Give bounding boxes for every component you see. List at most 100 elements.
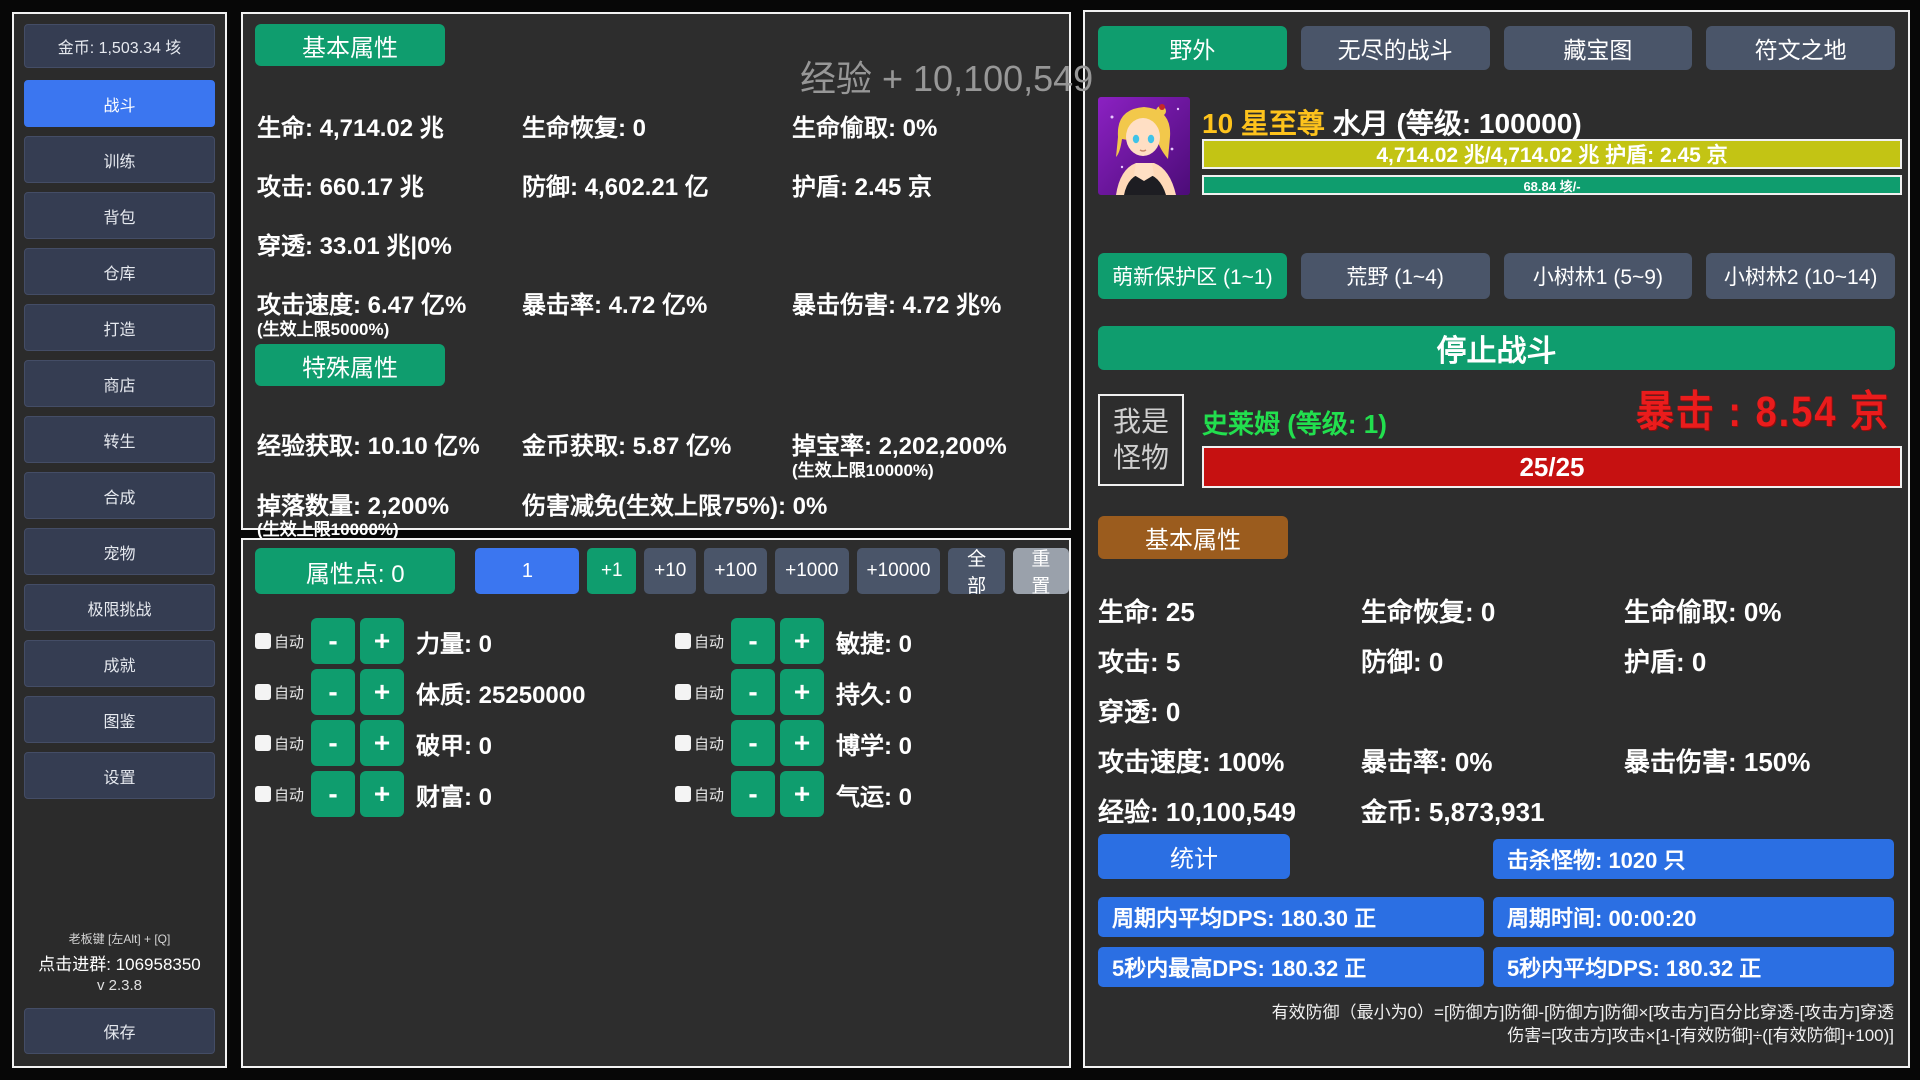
auto-checkbox[interactable] (675, 786, 691, 802)
auto-label: 自动 (274, 784, 304, 805)
amount-plus10-button[interactable]: +10 (644, 548, 696, 594)
tab-wilderness[interactable]: 野外 (1098, 26, 1287, 70)
sidebar-item-rebirth[interactable]: 转生 (24, 416, 215, 463)
special-attributes-header-button[interactable]: 特殊属性 (255, 344, 445, 386)
amount-plus10000-button[interactable]: +10000 (857, 548, 941, 594)
kills-counter-box: 击杀怪物: 1020 只 (1493, 839, 1894, 879)
stat-drop-amount-cap: (生效上限10000%) (257, 515, 399, 540)
plus-button[interactable]: + (360, 720, 404, 766)
group-join-link[interactable]: 点击进群: 106958350 (14, 950, 225, 975)
minus-button[interactable]: - (731, 771, 775, 817)
auto-checkbox[interactable] (675, 633, 691, 649)
minus-button[interactable]: - (311, 669, 355, 715)
tab-treasure-map[interactable]: 藏宝图 (1504, 26, 1693, 70)
sidebar-item-battle[interactable]: 战斗 (24, 80, 215, 127)
stat-gold-gain: 金币获取: 5.87 亿% (522, 426, 731, 461)
sidebar-item-synthesis[interactable]: 合成 (24, 472, 215, 519)
amount-plus1-button[interactable]: +1 (587, 548, 636, 594)
stat-exp-gain: 经验获取: 10.10 亿% (257, 426, 480, 461)
stat-drop-rate-cap: (生效上限10000%) (792, 456, 934, 481)
attr-row-constitution: 自动 - + 体质: 25250000 (255, 669, 675, 715)
enemy-name-level: 史莱姆 (等级: 1) (1202, 404, 1387, 441)
auto-checkbox[interactable] (675, 735, 691, 751)
points-remaining-label: 属性点: 0 (255, 548, 455, 594)
attr-row-luck: 自动 - + 气运: 0 (675, 771, 1061, 817)
enemy-stat-exp: 经验: 10,100,549 (1098, 792, 1296, 829)
monster-badge-line1: 我是 (1113, 404, 1169, 440)
auto-label: 自动 (694, 784, 724, 805)
plus-button[interactable]: + (360, 618, 404, 664)
save-button[interactable]: 保存 (24, 1008, 215, 1054)
sidebar-item-pets[interactable]: 宠物 (24, 528, 215, 575)
auto-label: 自动 (694, 631, 724, 652)
location-buttons: 萌新保护区 (1~1) 荒野 (1~4) 小树林1 (5~9) 小树林2 (10… (1098, 253, 1895, 299)
auto-checkbox[interactable] (255, 786, 271, 802)
attr-constitution-value: 体质: 25250000 (416, 675, 585, 710)
attr-luck-value: 气运: 0 (836, 777, 912, 812)
auto-checkbox[interactable] (255, 633, 271, 649)
sidebar-item-collection[interactable]: 图鉴 (24, 696, 215, 743)
amount-all-button[interactable]: 全部 (948, 548, 1004, 594)
attr-agility-value: 敏捷: 0 (836, 624, 912, 659)
minus-button[interactable]: - (731, 669, 775, 715)
location-newbie-zone[interactable]: 萌新保护区 (1~1) (1098, 253, 1287, 299)
enemy-stat-shield: 护盾: 0 (1624, 642, 1706, 679)
sidebar-item-forge[interactable]: 打造 (24, 304, 215, 351)
sidebar-item-warehouse[interactable]: 仓库 (24, 248, 215, 295)
i-am-monster-button[interactable]: 我是 怪物 (1098, 394, 1184, 486)
location-grove-1[interactable]: 小树林1 (5~9) (1504, 253, 1693, 299)
attr-row-agility: 自动 - + 敏捷: 0 (675, 618, 1061, 664)
attr-erudition-value: 博学: 0 (836, 726, 912, 761)
statistics-button[interactable]: 统计 (1098, 834, 1290, 879)
amount-1-button[interactable]: 1 (475, 548, 579, 594)
minus-button[interactable]: - (731, 618, 775, 664)
plus-button[interactable]: + (360, 771, 404, 817)
points-toolbar: 属性点: 0 1 +1 +10 +100 +1000 +10000 全部 重置 (255, 548, 1069, 594)
crit-damage-popup: 暴击 : 8.54 京 (1636, 377, 1890, 439)
battle-tabs: 野外 无尽的战斗 藏宝图 符文之地 (1098, 26, 1895, 70)
plus-button[interactable]: + (780, 669, 824, 715)
attr-row-endurance: 自动 - + 持久: 0 (675, 669, 1061, 715)
auto-checkbox[interactable] (255, 684, 271, 700)
amount-plus1000-button[interactable]: +1000 (775, 548, 848, 594)
stat-lifesteal: 生命偷取: 0% (792, 108, 937, 143)
location-wilds[interactable]: 荒野 (1~4) (1301, 253, 1490, 299)
version-label: v 2.3.8 (14, 977, 225, 994)
minus-button[interactable]: - (311, 618, 355, 664)
plus-button[interactable]: + (780, 771, 824, 817)
minus-button[interactable]: - (311, 771, 355, 817)
location-grove-2[interactable]: 小树林2 (10~14) (1706, 253, 1895, 299)
auto-checkbox[interactable] (255, 735, 271, 751)
minus-button[interactable]: - (311, 720, 355, 766)
enemy-stat-crit-rate: 暴击率: 0% (1361, 742, 1492, 779)
amount-plus100-button[interactable]: +100 (704, 548, 767, 594)
enemy-basic-attributes-button[interactable]: 基本属性 (1098, 516, 1288, 559)
sidebar-item-achievements[interactable]: 成就 (24, 640, 215, 687)
reset-button[interactable]: 重置 (1013, 548, 1069, 594)
sidebar-item-training[interactable]: 训练 (24, 136, 215, 183)
auto-checkbox[interactable] (675, 684, 691, 700)
plus-button[interactable]: + (780, 720, 824, 766)
sidebar-item-shop[interactable]: 商店 (24, 360, 215, 407)
attr-armor-break-value: 破甲: 0 (416, 726, 492, 761)
sidebar-item-settings[interactable]: 设置 (24, 752, 215, 799)
auto-label: 自动 (694, 682, 724, 703)
sidebar: 金币: 1,503.34 垓 战斗 训练 背包 仓库 打造 商店 转生 合成 宠… (12, 12, 227, 1068)
tab-endless-battle[interactable]: 无尽的战斗 (1301, 26, 1490, 70)
stat-damage-reduction: 伤害减免(生效上限75%): 0% (522, 486, 827, 521)
stop-battle-button[interactable]: 停止战斗 (1098, 326, 1895, 370)
auto-label: 自动 (274, 631, 304, 652)
sidebar-item-extreme-challenge[interactable]: 极限挑战 (24, 584, 215, 631)
tab-rune-land[interactable]: 符文之地 (1706, 26, 1895, 70)
plus-button[interactable]: + (360, 669, 404, 715)
sidebar-item-backpack[interactable]: 背包 (24, 192, 215, 239)
basic-attributes-header-button[interactable]: 基本属性 (255, 24, 445, 66)
stat-attack: 攻击: 660.17 兆 (257, 167, 424, 202)
stat-hp-regen: 生命恢复: 0 (522, 108, 646, 143)
formula-line-2: 伤害=[攻击方]攻击×[1-[有效防御]÷([有效防御]+100)] (1272, 1025, 1894, 1048)
avg-dps-box: 周期内平均DPS: 180.30 正 (1098, 897, 1484, 937)
stat-hp: 生命: 4,714.02 兆 (257, 108, 444, 143)
auto-label: 自动 (694, 733, 724, 754)
plus-button[interactable]: + (780, 618, 824, 664)
minus-button[interactable]: - (731, 720, 775, 766)
